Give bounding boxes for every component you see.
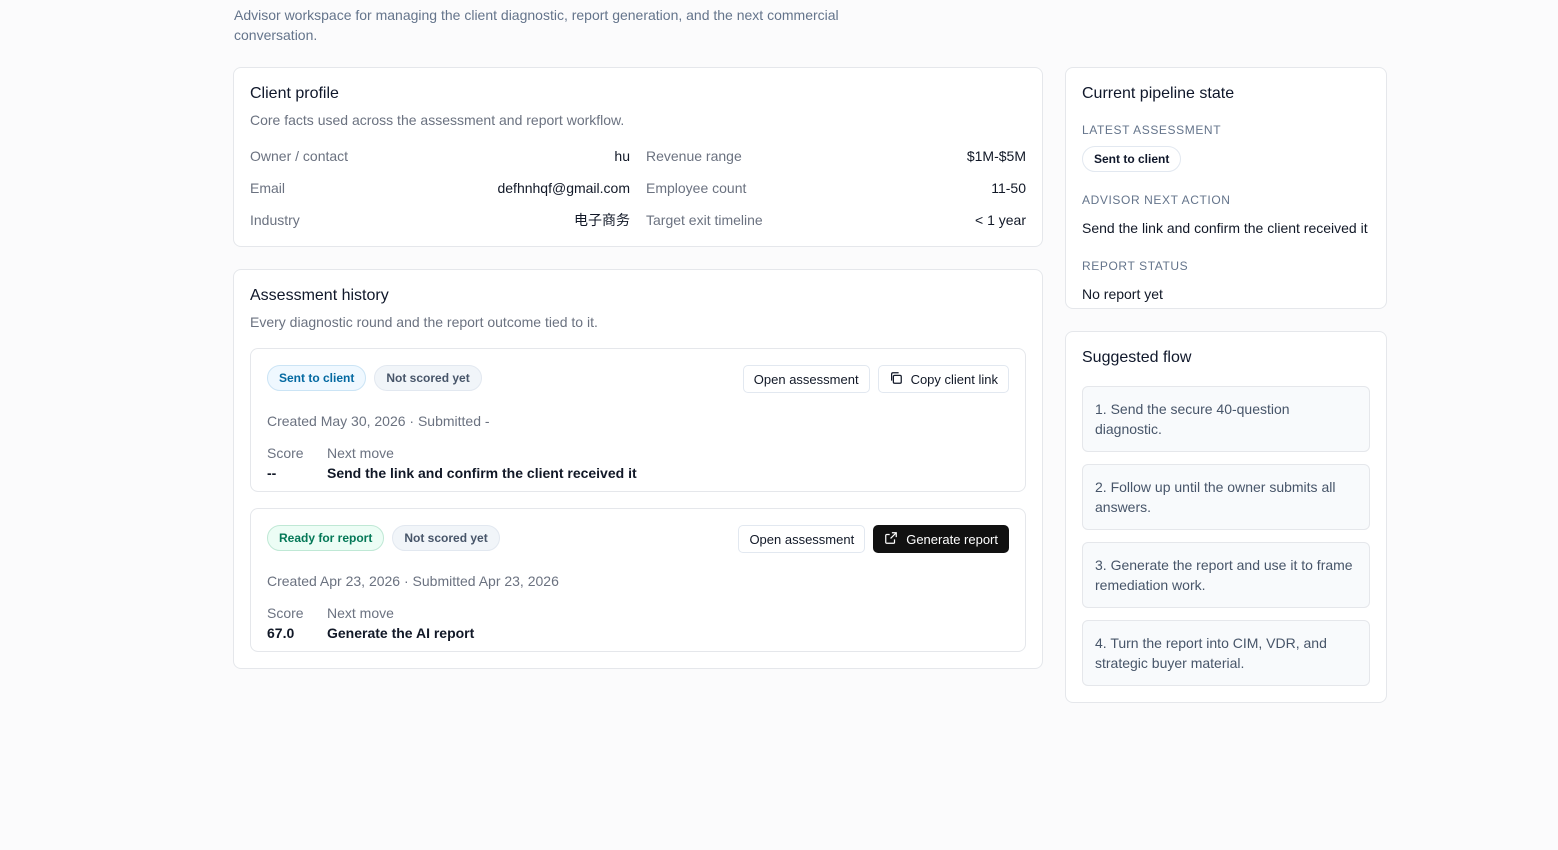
profile-field-employees: Employee count 11-50 — [646, 178, 1026, 198]
page-description: Advisor workspace for managing the clien… — [234, 7, 839, 43]
latest-assessment-badge: Sent to client — [1082, 146, 1182, 172]
field-value: defhnhqf@gmail.com — [497, 180, 630, 196]
score-badge: Not scored yet — [374, 365, 482, 391]
next-move-label: Next move — [327, 605, 394, 621]
button-label: Generate report — [906, 531, 998, 547]
score-label: Score — [267, 445, 304, 461]
status-badge: Ready for report — [267, 525, 385, 551]
field-label: Target exit timeline — [646, 212, 763, 228]
field-value: 电子商务 — [574, 212, 630, 228]
flow-step: 4. Turn the report into CIM, VDR, and st… — [1082, 620, 1370, 686]
field-label: Email — [250, 180, 286, 196]
copy-client-link-button[interactable]: Copy client link — [877, 365, 1009, 393]
field-value: < 1 year — [975, 212, 1026, 228]
card-subtitle: Core facts used across the assessment an… — [250, 112, 625, 128]
field-label: Employee count — [646, 180, 747, 196]
pipeline-state-card: Current pipeline state LATEST ASSESSMENT… — [1065, 67, 1387, 309]
card-title: Current pipeline state — [1082, 85, 1235, 102]
client-profile-card: Client profile Core facts used across th… — [233, 67, 1043, 247]
profile-field-email: Email defhnhqf@gmail.com — [250, 178, 630, 198]
assessment-item: Ready for report Not scored yet Open ass… — [250, 508, 1026, 652]
field-label: Owner / contact — [250, 148, 349, 164]
field-label: Industry — [250, 212, 300, 228]
flow-step: 1. Send the secure 40-question diagnosti… — [1082, 386, 1370, 452]
profile-field-industry: Industry 电子商务 — [250, 210, 630, 230]
profile-field-exit-timeline: Target exit timeline < 1 year — [646, 210, 1026, 230]
score-block: Score -- — [267, 443, 304, 483]
next-action-label: ADVISOR NEXT ACTION — [1082, 193, 1231, 207]
score-badge: Not scored yet — [392, 525, 500, 551]
assessment-meta: Created Apr 23, 2026 · Submitted Apr 23,… — [267, 573, 559, 589]
flow-step: 2. Follow up until the owner submits all… — [1082, 464, 1370, 530]
latest-assessment-label: LATEST ASSESSMENT — [1082, 123, 1222, 137]
button-label: Open assessment — [749, 531, 855, 547]
next-action-value: Send the link and confirm the client rec… — [1082, 220, 1368, 236]
button-label: Open assessment — [753, 371, 859, 387]
score-block: Score 67.0 — [267, 603, 304, 643]
field-value: hu — [614, 148, 630, 164]
external-link-icon — [884, 531, 898, 548]
card-title: Assessment history — [250, 287, 389, 304]
score-value: -- — [267, 465, 277, 481]
open-assessment-button[interactable]: Open assessment — [738, 525, 866, 553]
assessment-item: Sent to client Not scored yet Open asses… — [250, 348, 1026, 492]
button-label: Copy client link — [910, 371, 998, 387]
card-title: Client profile — [250, 85, 339, 102]
copy-icon — [889, 371, 903, 388]
report-status-label: REPORT STATUS — [1082, 259, 1189, 273]
card-subtitle: Every diagnostic round and the report ou… — [250, 314, 598, 330]
next-move-label: Next move — [327, 445, 394, 461]
flow-list: 1. Send the secure 40-question diagnosti… — [1082, 386, 1370, 686]
report-status-value: No report yet — [1082, 286, 1163, 302]
open-assessment-button[interactable]: Open assessment — [742, 365, 870, 393]
score-label: Score — [267, 605, 304, 621]
assessment-meta: Created May 30, 2026 · Submitted - — [267, 413, 490, 429]
assessment-history-card: Assessment history Every diagnostic roun… — [233, 269, 1043, 669]
field-label: Revenue range — [646, 148, 742, 164]
flow-step: 3. Generate the report and use it to fra… — [1082, 542, 1370, 608]
profile-field-revenue: Revenue range $1M-$5M — [646, 146, 1026, 166]
status-badge: Sent to client — [267, 365, 367, 391]
generate-report-button[interactable]: Generate report — [873, 525, 1009, 553]
next-move-value: Send the link and confirm the client rec… — [327, 465, 637, 481]
next-move-value: Generate the AI report — [327, 625, 475, 641]
field-value: $1M-$5M — [966, 148, 1026, 164]
next-move-block: Next move Generate the AI report — [327, 603, 474, 643]
score-value: 67.0 — [267, 625, 295, 641]
suggested-flow-card: Suggested flow 1. Send the secure 40-que… — [1065, 331, 1387, 703]
profile-grid: Owner / contact hu Revenue range $1M-$5M… — [250, 146, 1026, 230]
field-value: 11-50 — [991, 180, 1026, 196]
next-move-block: Next move Send the link and confirm the … — [327, 443, 637, 483]
card-title: Suggested flow — [1082, 349, 1192, 366]
profile-field-owner: Owner / contact hu — [250, 146, 630, 166]
